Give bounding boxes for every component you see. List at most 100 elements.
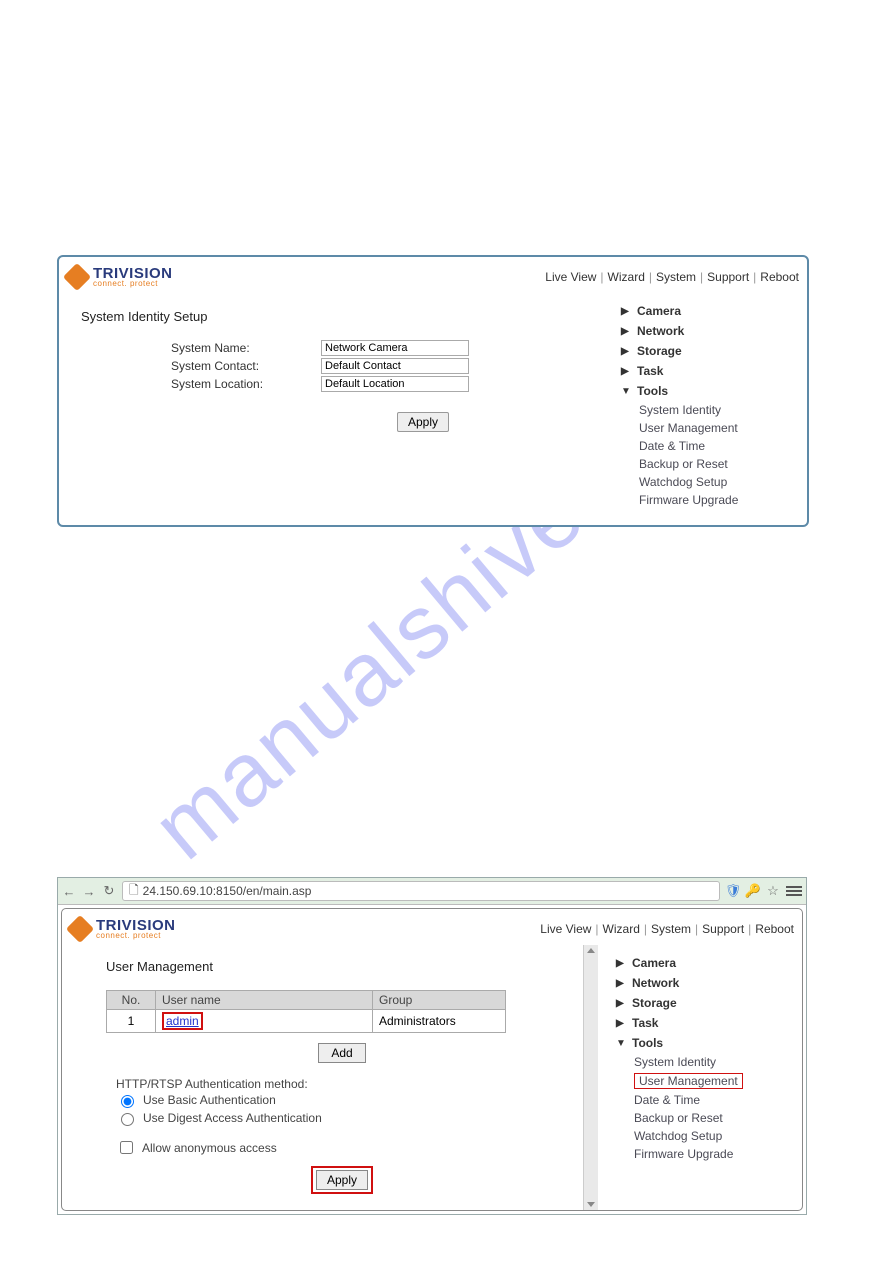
tree-tools-children-2: System Identity User Management Date & T… <box>616 1053 796 1163</box>
panel2-content: User Management No. User name Group 1 ad… <box>62 945 802 1210</box>
page-title: System Identity Setup <box>81 309 597 324</box>
logo-word: TRIVISION <box>93 267 173 281</box>
row-system-location: System Location: <box>171 376 597 392</box>
tree-watchdog[interactable]: Watchdog Setup <box>639 473 801 491</box>
nav-wizard[interactable]: Wizard <box>603 922 640 936</box>
page-title-2: User Management <box>106 959 578 974</box>
input-system-location[interactable] <box>321 376 469 392</box>
arrow-right-icon: ▶ <box>616 1018 626 1029</box>
nav-support[interactable]: Support <box>702 922 744 936</box>
system-identity-panel: TRIVISION connect. protect Live View| Wi… <box>57 255 809 527</box>
logo-word: TRIVISION <box>96 919 176 933</box>
reload-icon[interactable]: ↻ <box>102 884 116 898</box>
th-username: User name <box>156 991 373 1010</box>
input-system-name[interactable] <box>321 340 469 356</box>
th-no: No. <box>107 991 156 1010</box>
arrow-right-icon: ▶ <box>621 346 631 357</box>
top-nav-2: Live View| Wizard| System| Support| Rebo… <box>540 922 794 936</box>
radio-basic-label: Use Basic Authentication <box>143 1093 276 1107</box>
tree-system-identity[interactable]: System Identity <box>634 1053 796 1071</box>
nav-live-view[interactable]: Live View <box>545 270 596 284</box>
highlight-box: User Management <box>634 1073 743 1089</box>
browser-toolbar: ← → ↻ 🗋 24.150.69.10:8150/en/main.asp 🛡 … <box>58 878 806 905</box>
hamburger-icon[interactable] <box>786 883 802 899</box>
arrow-right-icon: ▶ <box>621 366 631 377</box>
user-table: No. User name Group 1 admin Administ <box>106 990 506 1033</box>
tree-camera[interactable]: ▶Camera <box>621 301 801 321</box>
tree-tools[interactable]: ▼Tools <box>616 1033 796 1053</box>
tree-user-management-hl[interactable]: User Management <box>634 1071 796 1091</box>
nav-live-view[interactable]: Live View <box>540 922 591 936</box>
admin-link[interactable]: admin <box>166 1014 199 1028</box>
highlight-box: admin <box>162 1012 203 1030</box>
scrollbar[interactable] <box>583 945 598 1210</box>
radio-digest-input[interactable] <box>121 1113 134 1126</box>
arrow-right-icon: ▶ <box>616 978 626 989</box>
star-icon[interactable]: ☆ <box>766 884 780 898</box>
label-system-contact: System Contact: <box>171 359 321 373</box>
panel1-content: System Identity Setup System Name: Syste… <box>59 293 807 525</box>
checkbox-anon[interactable]: Allow anonymous access <box>116 1137 578 1158</box>
forward-icon[interactable]: → <box>82 884 96 898</box>
key-icon[interactable]: 🔑 <box>746 884 760 898</box>
tree-firmware[interactable]: Firmware Upgrade <box>639 491 801 509</box>
auth-title: HTTP/RTSP Authentication method: <box>116 1077 578 1091</box>
checkbox-anon-label: Allow anonymous access <box>142 1141 277 1155</box>
table-row: 1 admin Administrators <box>107 1010 506 1033</box>
td-no: 1 <box>107 1010 156 1033</box>
tree-date-time[interactable]: Date & Time <box>634 1091 796 1109</box>
nav-system[interactable]: System <box>651 922 691 936</box>
url-text: 24.150.69.10:8150/en/main.asp <box>143 884 312 898</box>
row-system-name: System Name: <box>171 340 597 356</box>
nav-wizard[interactable]: Wizard <box>608 270 645 284</box>
arrow-down-icon: ▼ <box>616 1038 626 1049</box>
back-icon[interactable]: ← <box>62 884 76 898</box>
tree-tools-children: System Identity User Management Date & T… <box>621 401 801 509</box>
input-system-contact[interactable] <box>321 358 469 374</box>
arrow-right-icon: ▶ <box>616 998 626 1009</box>
tree-storage[interactable]: ▶Storage <box>616 993 796 1013</box>
logo-text: TRIVISION connect. protect <box>96 919 176 940</box>
tree-user-management[interactable]: User Management <box>639 419 801 437</box>
panel2-main: User Management No. User name Group 1 ad… <box>62 945 598 1210</box>
tree-watchdog[interactable]: Watchdog Setup <box>634 1127 796 1145</box>
radio-digest-label: Use Digest Access Authentication <box>143 1111 322 1125</box>
page-icon: 🗋 <box>129 881 139 902</box>
add-button[interactable]: Add <box>318 1043 365 1063</box>
label-system-location: System Location: <box>171 377 321 391</box>
panel1-main: System Identity Setup System Name: Syste… <box>59 293 615 525</box>
tree-date-time[interactable]: Date & Time <box>639 437 801 455</box>
tree-task[interactable]: ▶Task <box>621 361 801 381</box>
radio-basic-auth[interactable]: Use Basic Authentication <box>116 1091 578 1109</box>
nav-reboot[interactable]: Reboot <box>760 270 799 284</box>
sidebar-tree: ▶Camera ▶Network ▶Storage ▶Task ▼Tools S… <box>615 293 807 525</box>
shield-icon[interactable]: 🛡 <box>726 884 740 898</box>
tree-system-identity[interactable]: System Identity <box>639 401 801 419</box>
tree-network[interactable]: ▶Network <box>621 321 801 341</box>
radio-basic-input[interactable] <box>121 1095 134 1108</box>
tree-backup-reset[interactable]: Backup or Reset <box>639 455 801 473</box>
nav-system[interactable]: System <box>656 270 696 284</box>
address-bar[interactable]: 🗋 24.150.69.10:8150/en/main.asp <box>122 881 720 901</box>
tree-tools[interactable]: ▼Tools <box>621 381 801 401</box>
tree-camera[interactable]: ▶Camera <box>616 953 796 973</box>
logo-tagline: connect. protect <box>93 280 173 287</box>
nav-reboot[interactable]: Reboot <box>755 922 794 936</box>
checkbox-anon-input[interactable] <box>120 1141 133 1154</box>
logo-tagline: connect. protect <box>96 932 176 939</box>
nav-support[interactable]: Support <box>707 270 749 284</box>
apply-button[interactable]: Apply <box>397 412 449 432</box>
radio-digest-auth[interactable]: Use Digest Access Authentication <box>116 1109 578 1127</box>
td-username: admin <box>156 1010 373 1033</box>
auth-section: HTTP/RTSP Authentication method: Use Bas… <box>116 1077 578 1158</box>
td-group: Administrators <box>373 1010 506 1033</box>
tree-task[interactable]: ▶Task <box>616 1013 796 1033</box>
apply2-wrap: Apply <box>106 1166 578 1194</box>
tree-network[interactable]: ▶Network <box>616 973 796 993</box>
identity-form: System Name: System Contact: System Loca… <box>171 340 597 432</box>
brand-logo-2: TRIVISION connect. protect <box>70 919 176 940</box>
tree-storage[interactable]: ▶Storage <box>621 341 801 361</box>
tree-firmware[interactable]: Firmware Upgrade <box>634 1145 796 1163</box>
tree-backup-reset[interactable]: Backup or Reset <box>634 1109 796 1127</box>
apply-button-2[interactable]: Apply <box>316 1170 368 1190</box>
